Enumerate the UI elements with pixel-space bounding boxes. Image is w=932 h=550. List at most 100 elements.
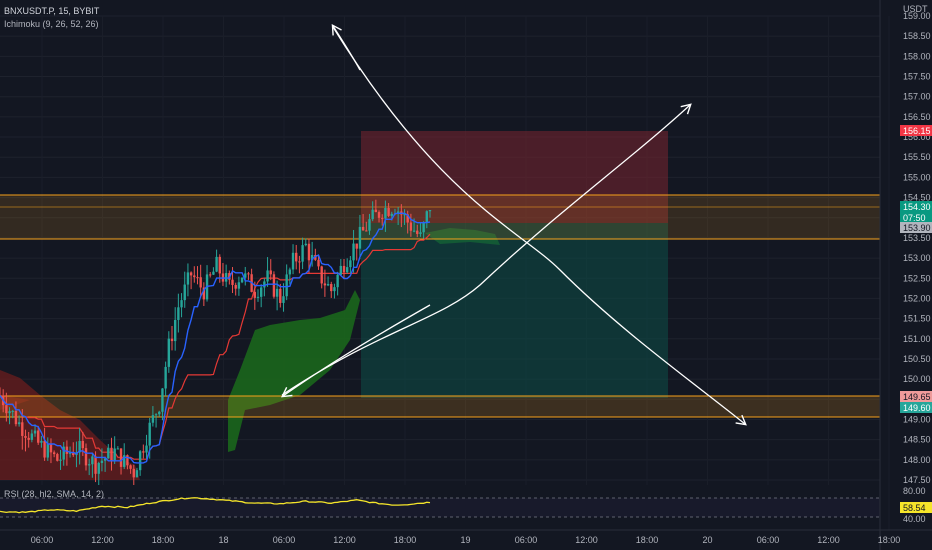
candle-body: [301, 245, 304, 262]
candle-body: [37, 430, 40, 443]
level-a-badge: 149.65: [903, 392, 931, 402]
candle-body: [247, 273, 250, 275]
candle-body: [365, 230, 368, 232]
candle-body: [151, 415, 155, 423]
candle-body: [193, 275, 196, 278]
price-tick-label: 148.50: [903, 435, 931, 445]
candle-body: [326, 284, 330, 286]
candle-body: [161, 388, 164, 412]
candle-body: [412, 230, 416, 232]
candle-body: [183, 284, 186, 301]
candle-body: [237, 282, 241, 289]
symbol-legend[interactable]: BNXUSDT.P, 15, BYBIT: [4, 6, 99, 16]
candle-body: [52, 452, 56, 455]
candle-body: [8, 411, 11, 414]
candle-body: [199, 277, 202, 288]
candle-body: [330, 284, 333, 292]
candle-body: [154, 414, 158, 416]
candle-body: [253, 291, 257, 298]
candle-body: [298, 261, 301, 263]
price-tick-label: 150.00: [903, 374, 931, 384]
time-tick-label: 12:00: [91, 535, 114, 545]
candle-body: [189, 272, 193, 276]
time-tick-label: 12:00: [575, 535, 598, 545]
candle-body: [374, 209, 378, 213]
candle-body: [275, 288, 279, 297]
price-tick-label: 152.00: [903, 293, 931, 303]
candle-body: [135, 470, 139, 478]
candle-body: [14, 410, 18, 425]
candle-body: [295, 252, 298, 262]
support-zone[interactable]: [0, 395, 880, 418]
price-tick-label: 157.00: [903, 92, 931, 102]
candle-body: [342, 265, 346, 273]
price-chart[interactable]: 159.00158.50158.00157.50157.00156.50156.…: [0, 0, 932, 550]
candle-body: [27, 437, 30, 440]
candle-body: [173, 319, 177, 342]
candle-body: [21, 422, 24, 436]
time-tick-label: 19: [460, 535, 470, 545]
candle-body: [33, 430, 37, 434]
candle-body: [110, 447, 113, 461]
price-tick-label: 153.50: [903, 233, 931, 243]
candle-body: [279, 288, 282, 303]
candle-body: [30, 433, 34, 440]
time-tick-label: 06:00: [31, 535, 54, 545]
price-tick-label: 155.00: [903, 172, 931, 182]
price-tick-label: 150.50: [903, 354, 931, 364]
candle-body: [317, 259, 320, 267]
candle-body: [224, 273, 228, 282]
time-tick-label: 06:00: [515, 535, 538, 545]
time-tick-label: 18:00: [636, 535, 659, 545]
candle-body: [170, 338, 174, 342]
candle-body: [307, 243, 311, 261]
candle-body: [323, 283, 327, 286]
candle-body: [352, 243, 355, 261]
short-position-tool[interactable]: [361, 131, 668, 398]
candle-body: [336, 274, 339, 288]
candle-body: [11, 410, 14, 412]
candle-body: [164, 366, 167, 389]
currency-label: USDT: [903, 4, 928, 14]
candle-body: [116, 448, 120, 450]
candle-body: [87, 464, 91, 466]
candle-body: [384, 208, 387, 219]
resistance-zone[interactable]: [0, 194, 880, 240]
price-tick-label: 155.50: [903, 152, 931, 162]
candle-body: [43, 440, 46, 458]
candle-body: [167, 338, 171, 367]
time-tick-label: 18:00: [152, 535, 175, 545]
ichimoku-legend[interactable]: Ichimoku (9, 26, 52, 26): [4, 19, 99, 29]
candle-body: [209, 274, 212, 276]
candle-body: [100, 460, 104, 464]
rsi-value-badge: 58.54: [903, 503, 926, 513]
time-axis[interactable]: 06:00 12:00 18:00 18 06:00 12:00 18:00 19 06:00 1…: [31, 535, 901, 545]
candle-body: [272, 274, 276, 297]
candle-body: [145, 445, 148, 453]
time-tick-label: 12:00: [817, 535, 840, 545]
candle-body: [126, 455, 129, 466]
candle-body: [212, 271, 215, 275]
price-tick-label: 158.00: [903, 51, 931, 61]
candle-body: [368, 219, 371, 231]
candle-body: [333, 287, 336, 292]
rsi-legend[interactable]: RSI (28, hl2, SMA, 14, 2): [4, 489, 104, 499]
candle-body: [46, 444, 49, 458]
price-tick-label: 152.50: [903, 273, 931, 283]
time-tick-label: 18:00: [878, 535, 901, 545]
candle-body: [381, 217, 384, 219]
candle-body: [113, 448, 116, 461]
candle-body: [215, 256, 218, 272]
stop-badge: 156.15: [903, 126, 931, 136]
price-tick-label: 157.50: [903, 72, 931, 82]
candle-body: [263, 281, 266, 288]
rsi-pane: [0, 485, 932, 531]
candle-body: [180, 300, 183, 308]
candle-body: [390, 213, 393, 216]
price-tick-label: 158.50: [903, 31, 931, 41]
last-price-badge: 154.30: [903, 202, 931, 212]
candle-body: [259, 287, 263, 297]
time-tick-label: 06:00: [757, 535, 780, 545]
price-tick-label: 147.50: [903, 475, 931, 485]
candle-body: [40, 440, 43, 443]
